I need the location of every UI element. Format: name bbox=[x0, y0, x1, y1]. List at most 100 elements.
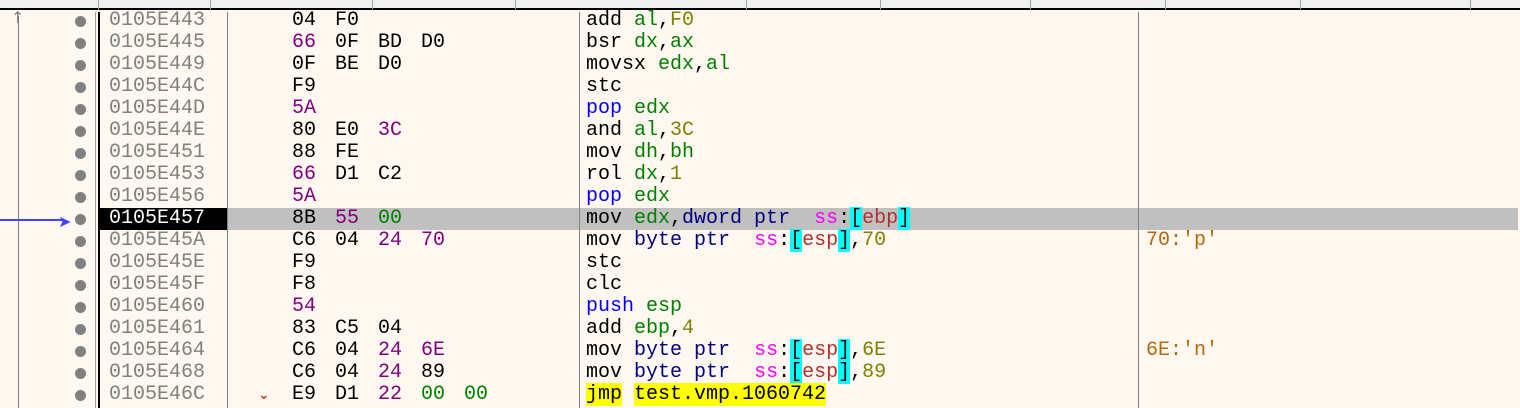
breakpoint-dot-icon[interactable] bbox=[75, 280, 86, 291]
table-row[interactable]: 0105E449 0F BE D0 movsx edx,al bbox=[0, 54, 1520, 76]
table-row[interactable]: 0105E460 54 push esp bbox=[0, 296, 1520, 318]
breakpoint-dot-icon[interactable] bbox=[75, 126, 86, 137]
instruction-token: pop bbox=[586, 185, 635, 208]
instruction-token: , bbox=[658, 119, 671, 142]
instruction-token: edx bbox=[634, 97, 671, 120]
byte: 24 bbox=[378, 361, 403, 384]
address[interactable]: 0105E46C bbox=[100, 384, 227, 406]
instruction[interactable]: mov byte ptr ss:[esp],70 bbox=[586, 229, 886, 252]
breakpoint-dot-icon[interactable] bbox=[75, 38, 86, 49]
table-row[interactable]: 0105E44D 5A pop edx bbox=[0, 98, 1520, 120]
breakpoint-dot-icon[interactable] bbox=[75, 214, 86, 225]
instruction-token: stc bbox=[586, 251, 623, 274]
table-row[interactable]: 0105E45F F8 clc bbox=[0, 274, 1520, 296]
instruction[interactable]: jmp test.vmp.1060742 bbox=[586, 383, 827, 406]
byte: E9 bbox=[292, 383, 317, 406]
breakpoint-dot-icon[interactable] bbox=[75, 302, 86, 313]
instruction-token: [ bbox=[790, 229, 803, 252]
bytes: 5A bbox=[292, 98, 335, 120]
instruction-token: byte ptr bbox=[634, 229, 743, 252]
table-row[interactable]: 0105E45A C6 04 24 70 mov byte ptr ss:[esp],70… bbox=[0, 229, 1520, 252]
instruction[interactable]: add ebp,4 bbox=[586, 318, 694, 340]
address[interactable]: 0105E44E bbox=[100, 120, 227, 142]
instruction[interactable]: clc bbox=[586, 274, 622, 296]
address[interactable]: 0105E453 bbox=[100, 164, 227, 186]
instruction[interactable]: mov dh,bh bbox=[586, 142, 694, 164]
byte: 22 bbox=[378, 383, 403, 406]
instruction-token: dx bbox=[634, 31, 659, 54]
breakpoint-dot-icon[interactable] bbox=[75, 368, 86, 379]
table-row[interactable]: 0105E453 66 D1 C2 rol dx,1 bbox=[0, 164, 1520, 186]
instruction[interactable]: movsx edx,al bbox=[586, 54, 730, 76]
instruction-token: , bbox=[850, 361, 863, 384]
instruction-token: 89 bbox=[862, 361, 887, 384]
byte: 54 bbox=[292, 295, 317, 318]
breakpoint-dot-icon[interactable] bbox=[75, 192, 86, 203]
breakpoint-dot-icon[interactable] bbox=[75, 258, 86, 269]
breakpoint-dot-icon[interactable] bbox=[75, 16, 86, 27]
instruction[interactable]: stc bbox=[586, 252, 622, 274]
instruction[interactable]: pop edx bbox=[586, 186, 670, 208]
table-row[interactable]: 0105E44C F9 stc bbox=[0, 76, 1520, 98]
address[interactable]: 0105E451 bbox=[100, 142, 227, 164]
instruction-token: byte ptr bbox=[634, 339, 743, 362]
bytes: 04 F0 bbox=[292, 10, 378, 32]
instruction[interactable]: mov byte ptr ss:[esp],6E bbox=[586, 339, 887, 362]
instruction[interactable]: mov byte ptr ss:[esp],89 bbox=[586, 361, 887, 384]
table-row[interactable]: 0105E461 83 C5 04 add ebp,4 bbox=[0, 318, 1520, 340]
address[interactable]: 0105E468 bbox=[100, 362, 227, 384]
table-row[interactable]: 0105E46C ⌄ E9 D1 22 00 00 jmp test.vmp.1060742 bbox=[0, 383, 1520, 406]
byte: 0F bbox=[335, 31, 360, 54]
breakpoint-dot-icon[interactable] bbox=[75, 82, 86, 93]
instruction-token: ] bbox=[838, 339, 851, 362]
instruction-token: ] bbox=[838, 229, 851, 252]
breakpoint-dot-icon[interactable] bbox=[75, 390, 86, 401]
instruction[interactable]: mov edx,dword ptr ss:[ebp] bbox=[586, 207, 911, 230]
bytes: E9 D1 22 00 00 bbox=[292, 384, 507, 406]
breakpoint-dot-icon[interactable] bbox=[75, 148, 86, 159]
breakpoint-dot-icon[interactable] bbox=[75, 60, 86, 71]
address[interactable]: 0105E456 bbox=[100, 186, 227, 208]
breakpoint-dot-icon[interactable] bbox=[75, 104, 86, 115]
byte: D1 bbox=[335, 163, 360, 186]
instruction[interactable]: bsr dx,ax bbox=[586, 32, 694, 54]
bytes: 88 FE bbox=[292, 142, 378, 164]
table-row[interactable]: 0105E451 88 FE mov dh,bh bbox=[0, 142, 1520, 164]
address[interactable]: 0105E461 bbox=[100, 318, 227, 340]
address[interactable]: 0105E443 bbox=[100, 10, 227, 32]
byte: 3C bbox=[378, 119, 403, 142]
instruction[interactable]: add al,F0 bbox=[586, 10, 694, 32]
table-row[interactable]: 0105E457 8B 55 00 mov edx,dword ptr ss:[ebp] bbox=[0, 207, 1520, 230]
table-row[interactable]: 0105E44E 80 E0 3C and al,3C bbox=[0, 120, 1520, 142]
address[interactable]: 0105E449 bbox=[100, 54, 227, 76]
arrow-right-icon: ➤ bbox=[58, 212, 72, 231]
instruction-token: : bbox=[778, 339, 791, 362]
table-row[interactable]: 0105E464 C6 04 24 6E mov byte ptr ss:[esp],6E… bbox=[0, 339, 1520, 362]
instruction[interactable]: rol dx,1 bbox=[586, 164, 682, 186]
address[interactable]: 0105E460 bbox=[100, 296, 227, 318]
address[interactable]: 0105E45A bbox=[100, 230, 227, 252]
address[interactable]: 0105E464 bbox=[100, 340, 227, 362]
address[interactable]: 0105E457 bbox=[100, 208, 227, 230]
bytes: 54 bbox=[292, 296, 335, 318]
instruction[interactable]: and al,3C bbox=[586, 120, 694, 142]
breakpoint-dot-icon[interactable] bbox=[75, 236, 86, 247]
breakpoint-dot-icon[interactable] bbox=[75, 324, 86, 335]
address[interactable]: 0105E445 bbox=[100, 32, 227, 54]
breakpoint-dot-icon[interactable] bbox=[75, 170, 86, 181]
table-row[interactable]: 0105E445 66 0F BD D0 bsr dx,ax bbox=[0, 32, 1520, 54]
instruction[interactable]: push esp bbox=[586, 296, 682, 318]
address[interactable]: 0105E45E bbox=[100, 252, 227, 274]
table-row[interactable]: 0105E468 C6 04 24 89 mov byte ptr ss:[esp],89 bbox=[0, 361, 1520, 384]
table-row[interactable]: 0105E456 5A pop edx bbox=[0, 186, 1520, 208]
byte: FE bbox=[335, 141, 360, 164]
instruction[interactable]: stc bbox=[586, 76, 622, 98]
table-row[interactable]: 0105E443 04 F0 add al,F0 bbox=[0, 10, 1520, 32]
breakpoint-dot-icon[interactable] bbox=[75, 346, 86, 357]
address[interactable]: 0105E44D bbox=[100, 98, 227, 120]
instruction-token: 6E bbox=[862, 339, 887, 362]
instruction[interactable]: pop edx bbox=[586, 98, 670, 120]
address[interactable]: 0105E44C bbox=[100, 76, 227, 98]
table-row[interactable]: 0105E45E F9 stc bbox=[0, 252, 1520, 274]
address[interactable]: 0105E45F bbox=[100, 274, 227, 296]
